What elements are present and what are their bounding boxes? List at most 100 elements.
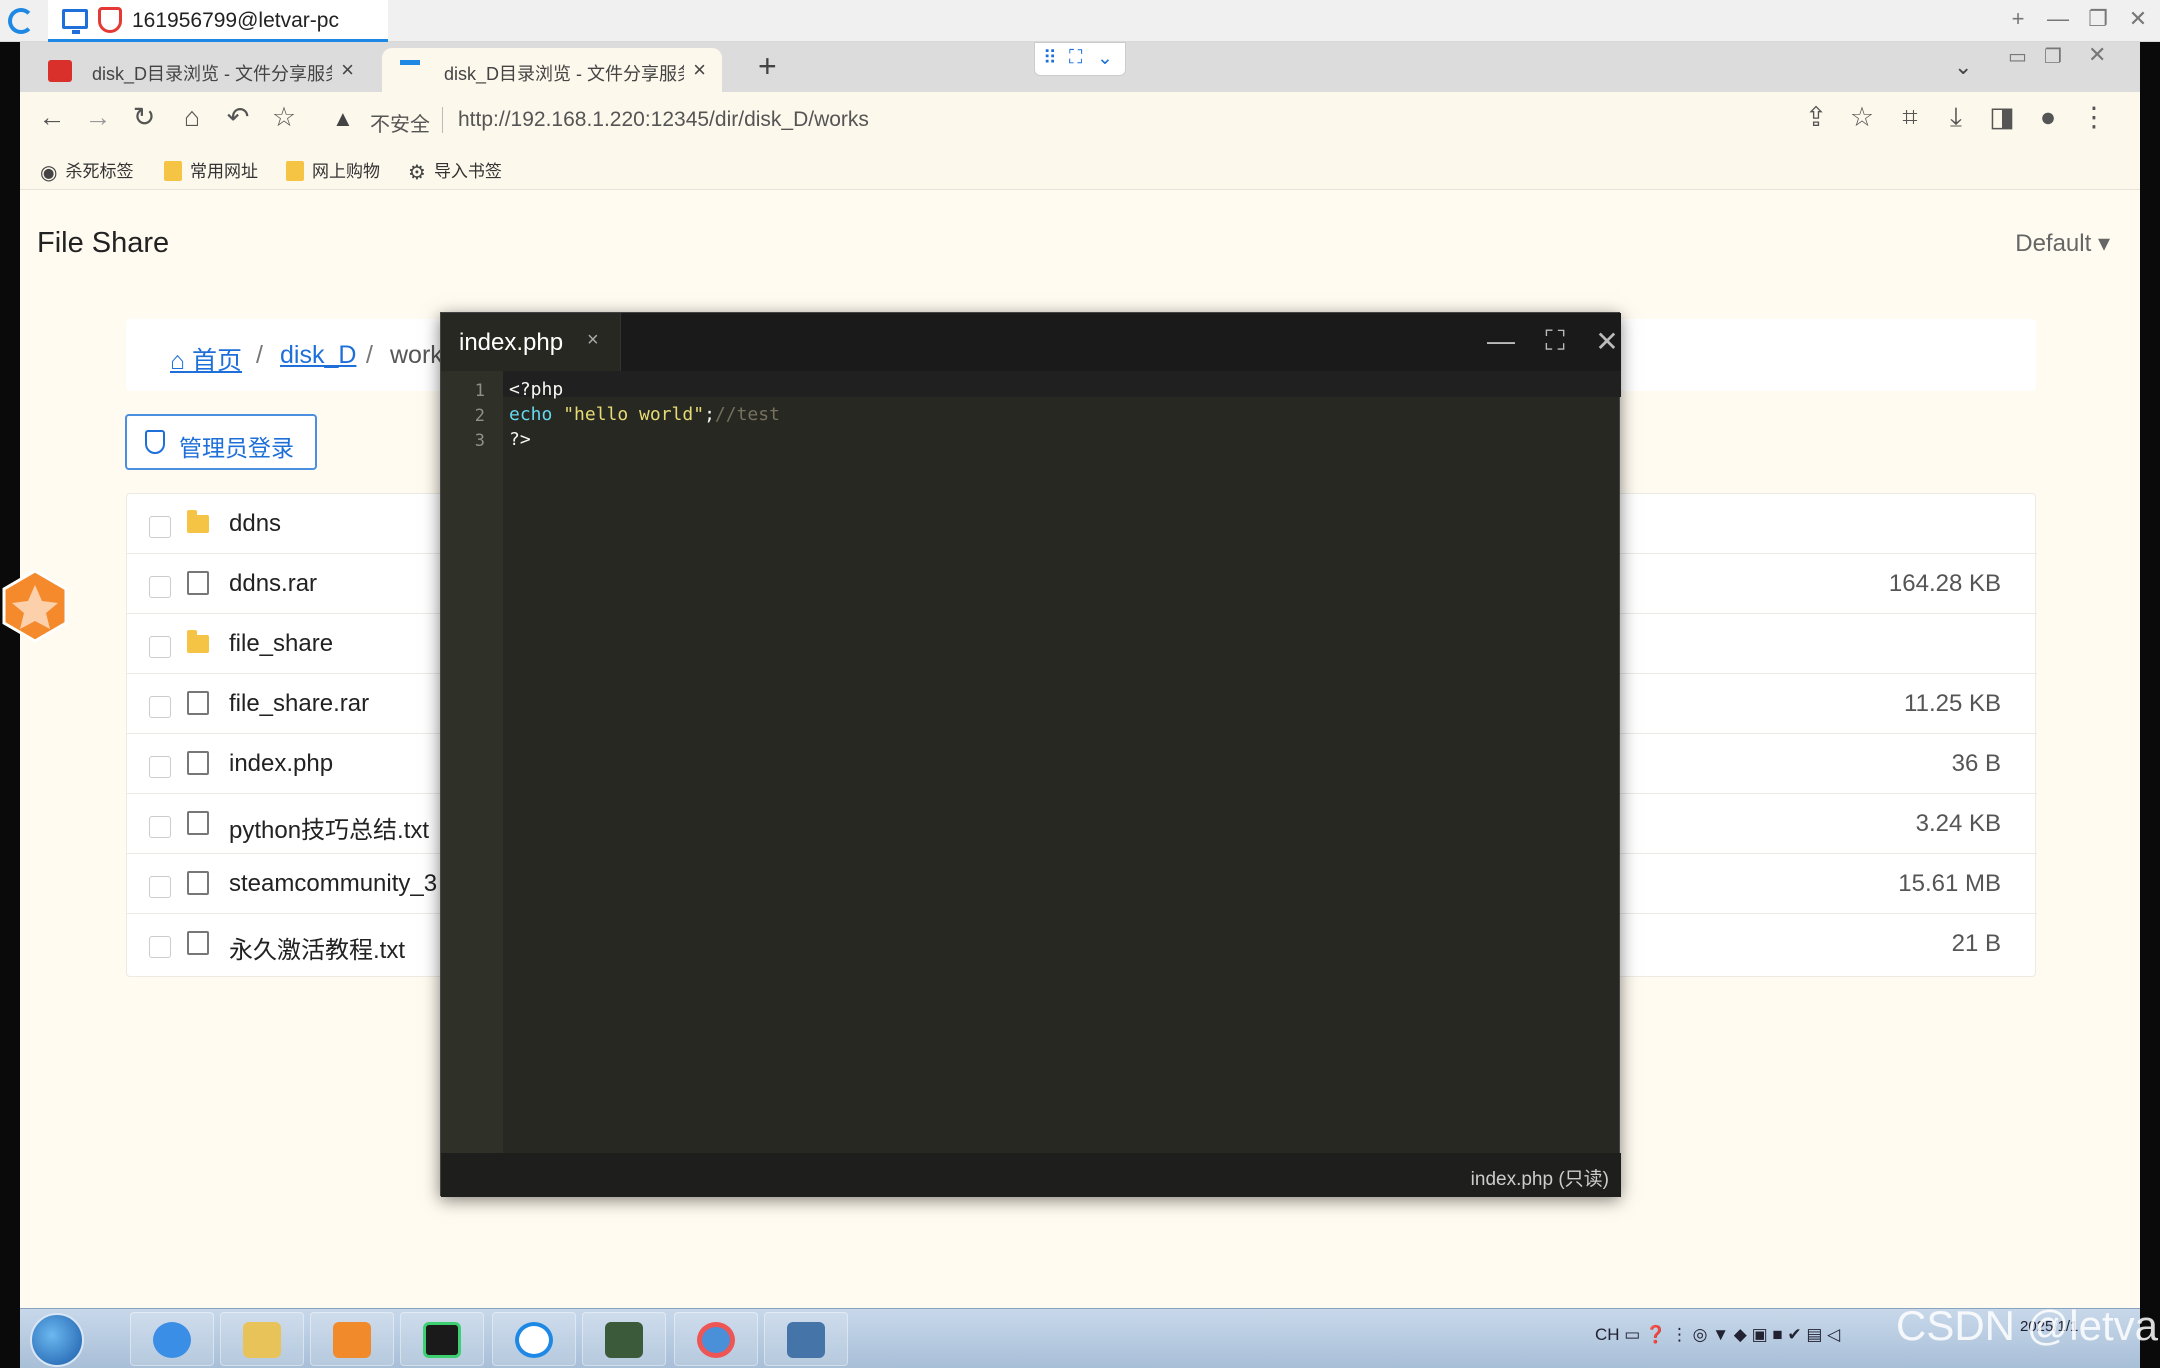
remote-add-button[interactable]: + bbox=[1998, 6, 2038, 32]
bookmark-label: 导入书签 bbox=[433, 162, 502, 181]
file-name[interactable]: ddns bbox=[229, 510, 281, 538]
maximize-icon[interactable]: ⛶ bbox=[1535, 325, 1575, 358]
menu-icon[interactable]: ⋮ bbox=[2074, 102, 2114, 133]
sidebar-icon[interactable]: ◨ bbox=[1982, 102, 2022, 133]
bookmark-folder[interactable]: 网上购物 bbox=[286, 157, 380, 182]
side-widget-icon[interactable] bbox=[0, 569, 70, 643]
window-minimize-button[interactable]: ▭ bbox=[2008, 44, 2027, 69]
line-number: 1 bbox=[474, 381, 485, 401]
code-line-2[interactable]: echo "hello world";//test bbox=[509, 404, 780, 425]
undo-icon[interactable]: ↶ bbox=[218, 102, 258, 133]
remote-minimize-button[interactable]: — bbox=[2038, 6, 2078, 32]
breadcrumb-dir[interactable]: disk_D bbox=[280, 341, 356, 370]
close-icon[interactable]: ✕ bbox=[1587, 325, 1627, 358]
text-file-icon bbox=[187, 931, 209, 955]
crop-icon[interactable]: ⌗ bbox=[1890, 102, 1930, 134]
remote-session-tab[interactable]: 161956799@letvar-pc bbox=[48, 0, 388, 42]
browser-tab-2[interactable]: disk_D目录浏览 - 文件分享服务 × bbox=[382, 48, 722, 92]
browser-icon bbox=[697, 1322, 735, 1358]
line-number: 2 bbox=[474, 406, 485, 426]
code-keyword: echo bbox=[509, 404, 564, 425]
tab-close-button[interactable]: × bbox=[693, 57, 706, 83]
share-icon[interactable]: ⇪ bbox=[1796, 102, 1836, 133]
theme-dropdown[interactable]: Default ▾ bbox=[2015, 229, 2110, 258]
bookmark-item[interactable]: ⚙ 导入书签 bbox=[408, 157, 502, 185]
tab-search-chevron-icon[interactable]: ⌄ bbox=[1954, 54, 1972, 80]
remote-app-logo-icon[interactable] bbox=[8, 8, 34, 34]
window-close-button[interactable]: ✕ bbox=[2088, 42, 2106, 68]
editor-tab[interactable]: index.php × bbox=[441, 313, 621, 371]
site-brand[interactable]: File Share bbox=[37, 227, 169, 260]
code-line-3[interactable]: ?> bbox=[509, 429, 531, 450]
gear-icon: ⚙ bbox=[408, 162, 426, 184]
remote-floating-toolbar[interactable]: ⠿ ⛶ ⌄ bbox=[1034, 42, 1126, 76]
breadcrumb-home[interactable]: ⌂ 首页 bbox=[170, 341, 242, 377]
row-checkbox[interactable] bbox=[149, 516, 171, 538]
row-checkbox[interactable] bbox=[149, 756, 171, 778]
new-tab-button[interactable]: + bbox=[758, 48, 777, 85]
fullscreen-icon[interactable]: ⛶ bbox=[1069, 47, 1082, 69]
taskbar-explorer[interactable] bbox=[220, 1312, 304, 1366]
file-name[interactable]: 永久激活教程.txt bbox=[229, 930, 405, 965]
windows-taskbar: CH ▭ ❓ ⋮ ◎ ▼ ◆ ▣ ■ ✔ ▤ ◁ 2025/1/1 bbox=[20, 1308, 2140, 1368]
back-icon[interactable]: ← bbox=[32, 102, 72, 133]
terminal-icon bbox=[605, 1322, 643, 1358]
system-tray[interactable]: CH ▭ ❓ ⋮ ◎ ▼ ◆ ▣ ■ ✔ ▤ ◁ bbox=[1595, 1325, 1840, 1345]
file-name[interactable]: python技巧总结.txt bbox=[229, 810, 429, 845]
start-button[interactable] bbox=[30, 1313, 84, 1367]
reload-icon[interactable]: ↻ bbox=[124, 102, 164, 133]
remote-close-button[interactable]: ✕ bbox=[2118, 6, 2158, 32]
taskbar-browser[interactable] bbox=[674, 1312, 758, 1366]
editor-tab-name: index.php bbox=[459, 329, 564, 356]
remote-session-title: 161956799@letvar-pc bbox=[132, 9, 339, 32]
file-name[interactable]: index.php bbox=[229, 750, 333, 778]
row-checkbox[interactable] bbox=[149, 936, 171, 958]
taskbar-python[interactable] bbox=[764, 1312, 848, 1366]
taskbar-ie[interactable] bbox=[130, 1312, 214, 1366]
tab-close-button[interactable]: × bbox=[341, 57, 354, 83]
minimize-icon[interactable]: — bbox=[1481, 325, 1521, 357]
row-checkbox[interactable] bbox=[149, 696, 171, 718]
row-checkbox[interactable] bbox=[149, 816, 171, 838]
file-name[interactable]: steamcommunity_3 bbox=[229, 870, 437, 898]
code-line-1[interactable]: <?php bbox=[509, 379, 563, 400]
line-number-gutter: 1 2 3 bbox=[441, 371, 503, 1153]
security-label[interactable]: 不安全 bbox=[370, 108, 430, 137]
browser-tab-1[interactable]: disk_D目录浏览 - 文件分享服务 × bbox=[30, 48, 370, 92]
grid-icon[interactable]: ⠿ bbox=[1043, 47, 1057, 70]
archive-file-icon bbox=[187, 691, 209, 715]
folder-icon bbox=[286, 161, 304, 181]
remote-restore-button[interactable]: ❐ bbox=[2078, 6, 2118, 32]
breadcrumb-separator: / bbox=[366, 341, 373, 369]
bookmark-item[interactable]: ◉ 杀死标签 bbox=[40, 157, 133, 185]
file-name[interactable]: file_share.rar bbox=[229, 690, 369, 718]
admin-login-button[interactable]: 管理员登录 bbox=[125, 414, 317, 470]
taskbar-terminal[interactable] bbox=[582, 1312, 666, 1366]
window-restore-button[interactable]: ❐ bbox=[2044, 44, 2062, 69]
code-string: "hello world" bbox=[563, 404, 705, 425]
file-name[interactable]: ddns.rar bbox=[229, 570, 317, 598]
editor-tab-close-button[interactable]: × bbox=[587, 329, 599, 352]
row-checkbox[interactable] bbox=[149, 576, 171, 598]
home-icon[interactable]: ⌂ bbox=[172, 102, 212, 133]
star-icon[interactable]: ☆ bbox=[1842, 102, 1882, 133]
taskbar-remote[interactable] bbox=[492, 1312, 576, 1366]
input-method-indicator[interactable]: CH bbox=[1595, 1325, 1620, 1344]
shield-icon bbox=[145, 430, 165, 454]
taskbar-media[interactable] bbox=[310, 1312, 394, 1366]
row-checkbox[interactable] bbox=[149, 636, 171, 658]
bookmark-folder[interactable]: 常用网址 bbox=[164, 157, 258, 182]
url-text[interactable]: http://192.168.1.220:12345/dir/disk_D/wo… bbox=[458, 108, 869, 132]
chevron-down-icon[interactable]: ⌄ bbox=[1097, 47, 1113, 70]
file-name[interactable]: file_share bbox=[229, 630, 333, 658]
address-bar[interactable]: ▲ 不安全 http://192.168.1.220:12345/dir/dis… bbox=[322, 97, 1942, 141]
row-checkbox[interactable] bbox=[149, 876, 171, 898]
archive-file-icon bbox=[187, 871, 209, 895]
taskbar-pycharm[interactable] bbox=[400, 1312, 484, 1366]
download-icon[interactable]: ⤓ bbox=[1936, 102, 1976, 134]
code-comment: //test bbox=[714, 404, 780, 425]
bookmark-star-icon[interactable]: ☆ bbox=[264, 102, 304, 133]
file-size: 36 B bbox=[1951, 750, 2001, 777]
forward-icon[interactable]: → bbox=[78, 102, 118, 133]
profile-icon[interactable]: ● bbox=[2028, 102, 2068, 133]
